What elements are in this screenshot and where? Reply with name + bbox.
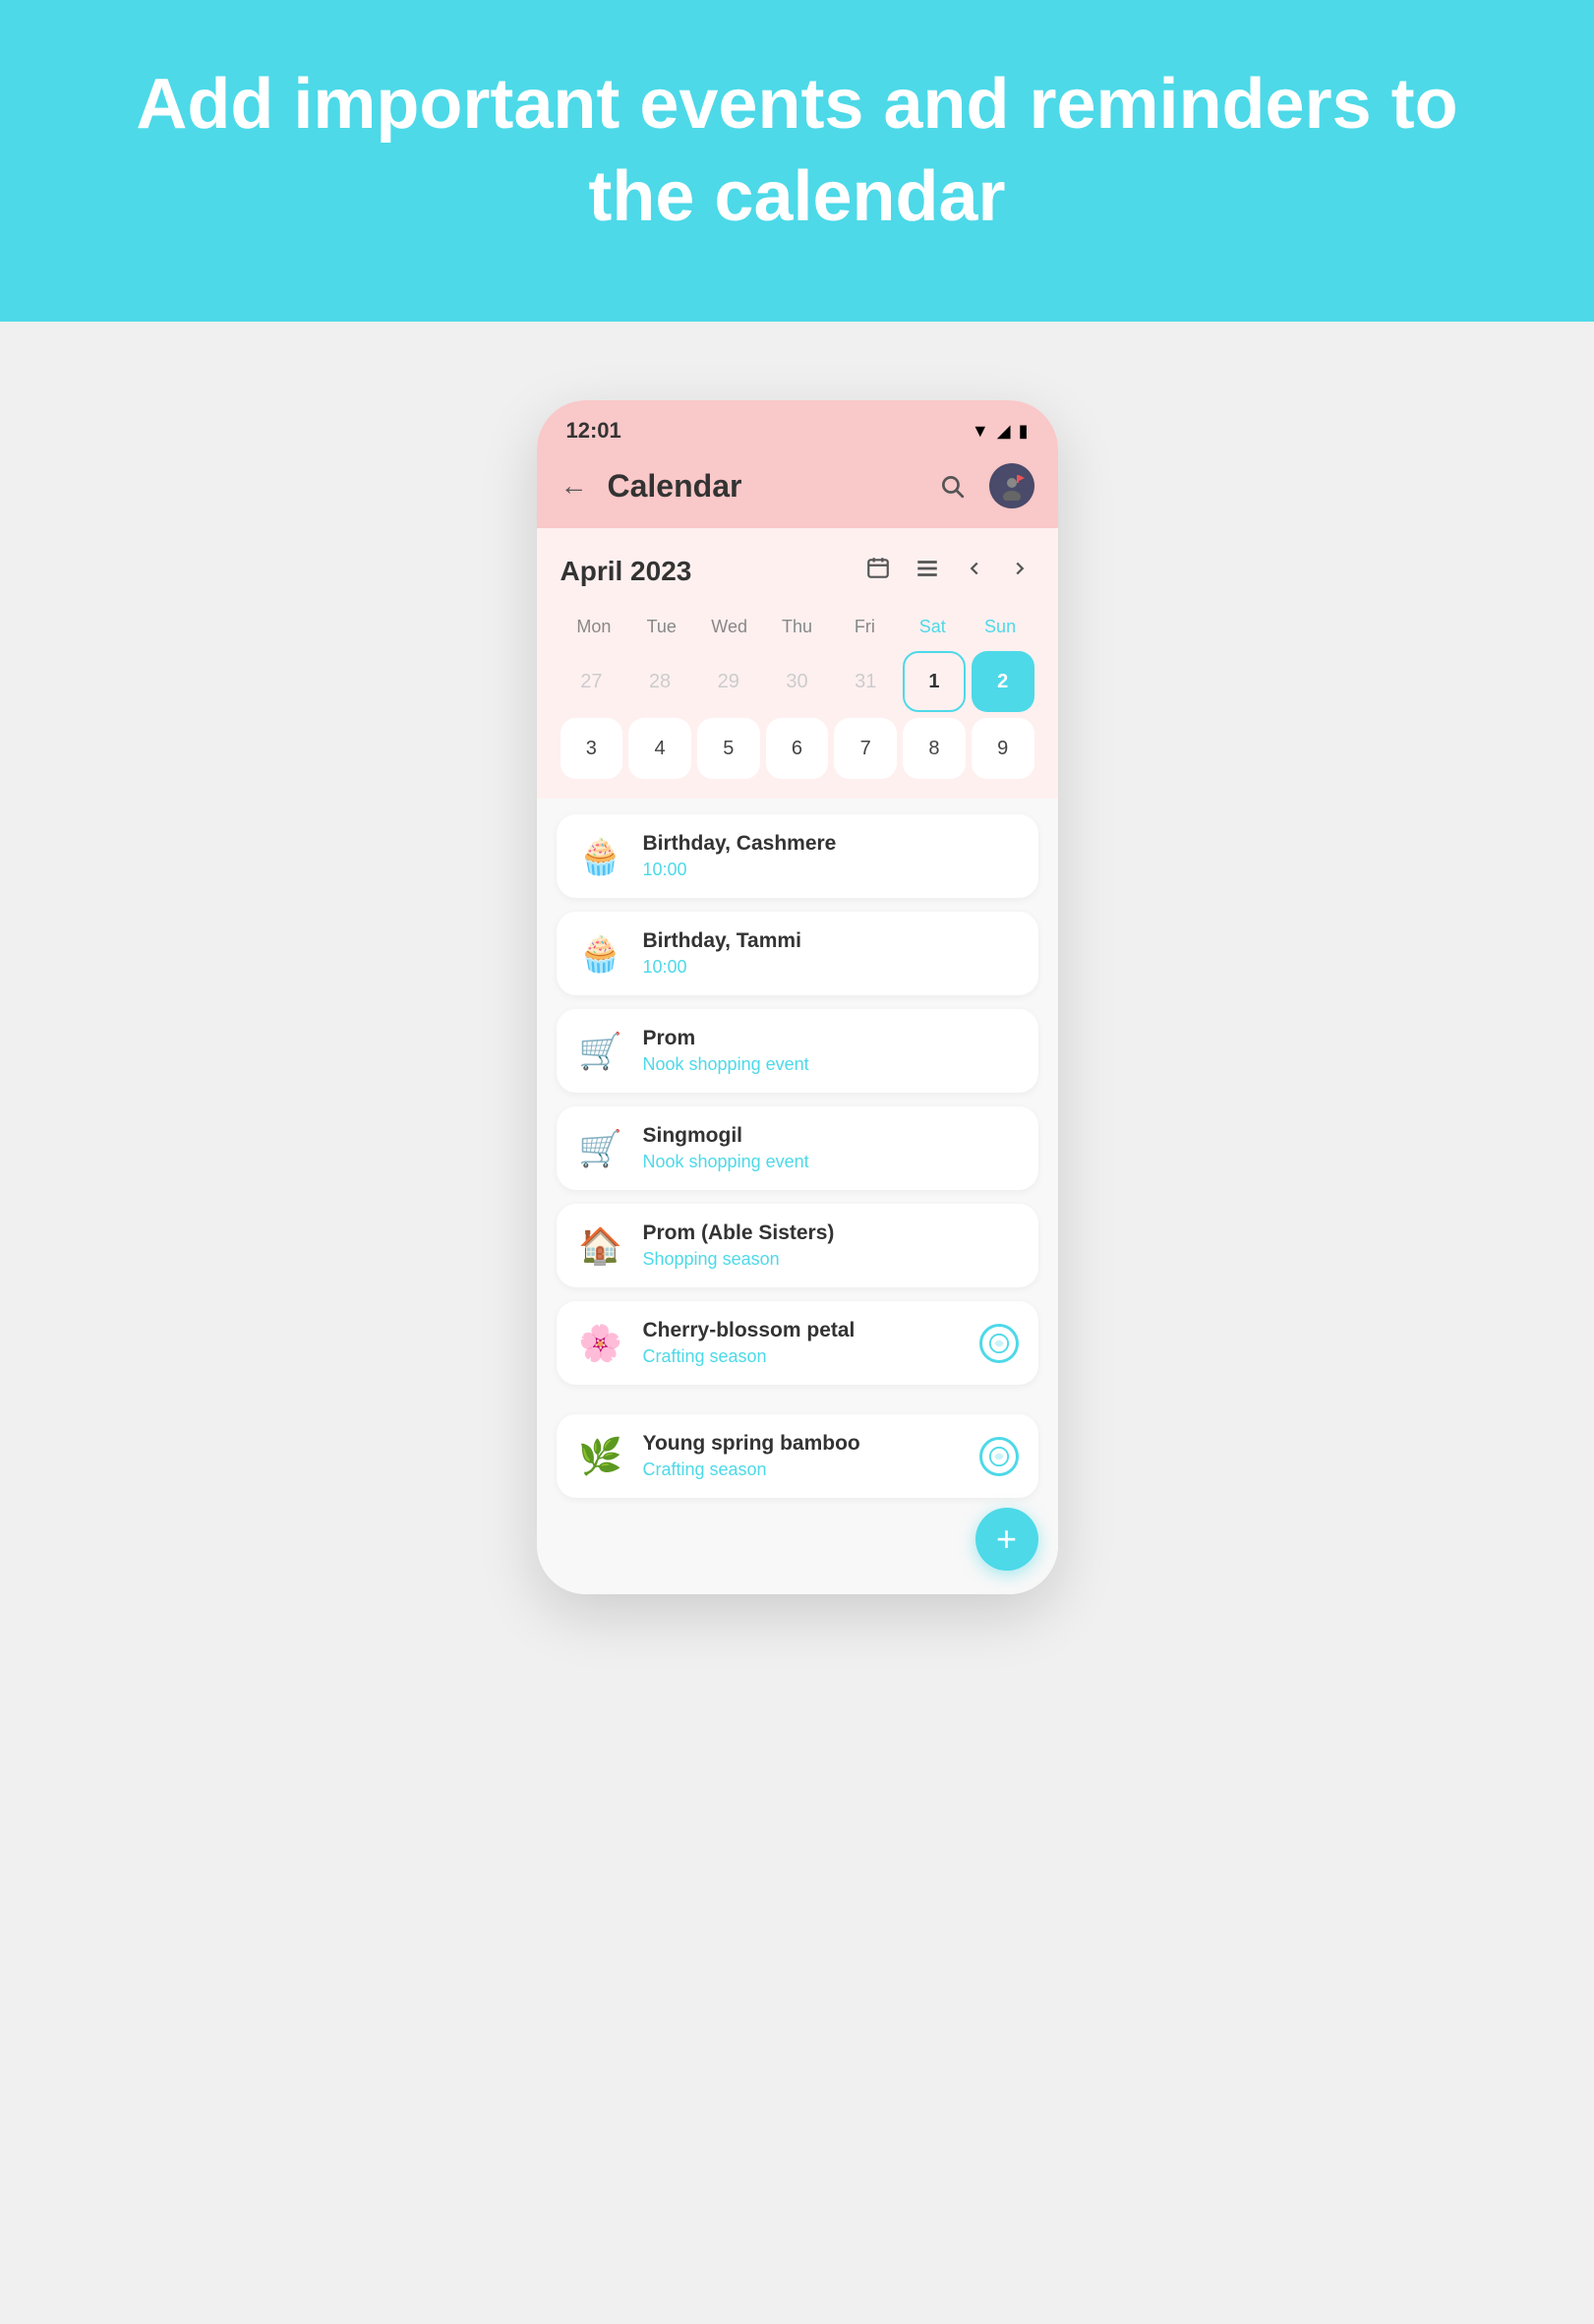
- days-header: Mon Tue Wed Thu Fri Sat Sun: [561, 611, 1034, 643]
- event-subtitle-singmogil: Nook shopping event: [643, 1152, 1019, 1172]
- cal-day-3[interactable]: 3: [561, 718, 623, 779]
- day-thu: Thu: [763, 611, 831, 643]
- event-cherry-blossom[interactable]: 🌸 Cherry-blossom petal Crafting season: [557, 1301, 1038, 1385]
- event-title-cherry-blossom: Cherry-blossom petal: [643, 1319, 962, 1342]
- cal-day-7[interactable]: 7: [834, 718, 897, 779]
- avatar-button[interactable]: [989, 463, 1034, 508]
- event-subtitle-prom-able-sisters: Shopping season: [643, 1249, 1019, 1270]
- cal-day-4[interactable]: 4: [628, 718, 691, 779]
- calendar-controls: [861, 552, 1034, 591]
- calendar-week-1: 27 28 29 30 31 1 2: [561, 651, 1034, 712]
- cal-day-5[interactable]: 5: [697, 718, 760, 779]
- last-card-area: 🌿 Young spring bamboo Crafting season +: [537, 1414, 1058, 1594]
- event-info-cherry-blossom: Cherry-blossom petal Crafting season: [643, 1319, 962, 1367]
- event-info-prom-nook: Prom Nook shopping event: [643, 1027, 1019, 1075]
- day-tue: Tue: [627, 611, 695, 643]
- banner-title: Add important events and reminders to th…: [79, 59, 1515, 243]
- cal-day-9[interactable]: 9: [972, 718, 1034, 779]
- add-event-button[interactable]: +: [975, 1508, 1038, 1571]
- event-list: 🧁 Birthday, Cashmere 10:00 🧁 Birthday, T…: [537, 799, 1058, 1414]
- status-bar: 12:01 ▼ ◢ ▮: [537, 400, 1058, 453]
- event-time-birthday-cashmere: 10:00: [643, 860, 1019, 880]
- back-button[interactable]: ←: [561, 470, 588, 502]
- event-info-birthday-tammi: Birthday, Tammi 10:00: [643, 929, 1019, 978]
- fab-container: +: [557, 1508, 1038, 1571]
- calendar-view-button[interactable]: [861, 552, 895, 591]
- next-month-button[interactable]: [1005, 554, 1034, 589]
- list-view-button[interactable]: [911, 552, 944, 591]
- top-banner: Add important events and reminders to th…: [0, 0, 1594, 322]
- phone-wrapper: 12:01 ▼ ◢ ▮ ← Calendar: [537, 400, 1058, 1594]
- event-icon-birthday-cashmere: 🧁: [576, 836, 625, 877]
- day-fri: Fri: [831, 611, 899, 643]
- event-title-prom-able-sisters: Prom (Able Sisters): [643, 1222, 1019, 1245]
- event-title-birthday-tammi: Birthday, Tammi: [643, 929, 1019, 953]
- event-subtitle-cherry-blossom: Crafting season: [643, 1346, 962, 1367]
- event-singmogil[interactable]: 🛒 Singmogil Nook shopping event: [557, 1106, 1038, 1190]
- event-info-birthday-cashmere: Birthday, Cashmere 10:00: [643, 832, 1019, 880]
- prev-month-button[interactable]: [960, 554, 989, 589]
- event-badge-cherry-blossom: [979, 1324, 1019, 1363]
- status-icons: ▼ ◢ ▮: [972, 421, 1029, 442]
- event-birthday-tammi[interactable]: 🧁 Birthday, Tammi 10:00: [557, 912, 1038, 995]
- cal-day-8[interactable]: 8: [903, 718, 966, 779]
- search-button[interactable]: [930, 464, 974, 507]
- header-icons: [930, 463, 1034, 508]
- event-title-singmogil: Singmogil: [643, 1124, 1019, 1148]
- calendar-section: April 2023: [537, 528, 1058, 799]
- event-title-birthday-cashmere: Birthday, Cashmere: [643, 832, 1019, 856]
- cal-day-27[interactable]: 27: [561, 651, 623, 712]
- event-info-prom-able-sisters: Prom (Able Sisters) Shopping season: [643, 1222, 1019, 1270]
- event-young-spring-bamboo[interactable]: 🌿 Young spring bamboo Crafting season: [557, 1414, 1038, 1498]
- cal-day-1[interactable]: 1: [903, 651, 966, 712]
- cal-day-2[interactable]: 2: [972, 651, 1034, 712]
- cal-day-30[interactable]: 30: [766, 651, 829, 712]
- calendar-nav: April 2023: [561, 552, 1034, 591]
- day-sat: Sat: [899, 611, 967, 643]
- month-year-label: April 2023: [561, 556, 692, 587]
- day-wed: Wed: [695, 611, 763, 643]
- phone-frame: 12:01 ▼ ◢ ▮ ← Calendar: [537, 400, 1058, 1594]
- event-icon-singmogil: 🛒: [576, 1128, 625, 1169]
- event-time-birthday-tammi: 10:00: [643, 957, 1019, 978]
- event-birthday-cashmere[interactable]: 🧁 Birthday, Cashmere 10:00: [557, 814, 1038, 898]
- event-prom-able-sisters[interactable]: 🏠 Prom (Able Sisters) Shopping season: [557, 1204, 1038, 1287]
- event-icon-cherry-blossom: 🌸: [576, 1323, 625, 1364]
- event-icon-young-spring-bamboo: 🌿: [576, 1436, 625, 1477]
- cal-day-29[interactable]: 29: [697, 651, 760, 712]
- day-sun: Sun: [967, 611, 1034, 643]
- event-badge-young-spring-bamboo: [979, 1437, 1019, 1476]
- day-mon: Mon: [561, 611, 628, 643]
- event-icon-birthday-tammi: 🧁: [576, 933, 625, 975]
- wifi-icon: ▼: [972, 421, 989, 442]
- event-subtitle-young-spring-bamboo: Crafting season: [643, 1460, 962, 1480]
- cal-day-28[interactable]: 28: [628, 651, 691, 712]
- event-title-prom-nook: Prom: [643, 1027, 1019, 1050]
- battery-icon: ▮: [1019, 421, 1029, 442]
- app-header-left: ← Calendar: [561, 468, 742, 505]
- status-time: 12:01: [566, 418, 621, 444]
- event-title-young-spring-bamboo: Young spring bamboo: [643, 1432, 962, 1456]
- event-prom-nook[interactable]: 🛒 Prom Nook shopping event: [557, 1009, 1038, 1093]
- event-icon-prom-nook: 🛒: [576, 1031, 625, 1072]
- event-info-singmogil: Singmogil Nook shopping event: [643, 1124, 1019, 1172]
- cal-day-31[interactable]: 31: [834, 651, 897, 712]
- app-title: Calendar: [608, 468, 742, 505]
- calendar-week-2: 3 4 5 6 7 8 9: [561, 718, 1034, 779]
- event-subtitle-prom-nook: Nook shopping event: [643, 1054, 1019, 1075]
- event-info-young-spring-bamboo: Young spring bamboo Crafting season: [643, 1432, 962, 1480]
- signal-icon: ◢: [997, 421, 1011, 442]
- cal-day-6[interactable]: 6: [766, 718, 829, 779]
- event-icon-prom-able-sisters: 🏠: [576, 1225, 625, 1267]
- app-header: ← Calendar: [537, 453, 1058, 528]
